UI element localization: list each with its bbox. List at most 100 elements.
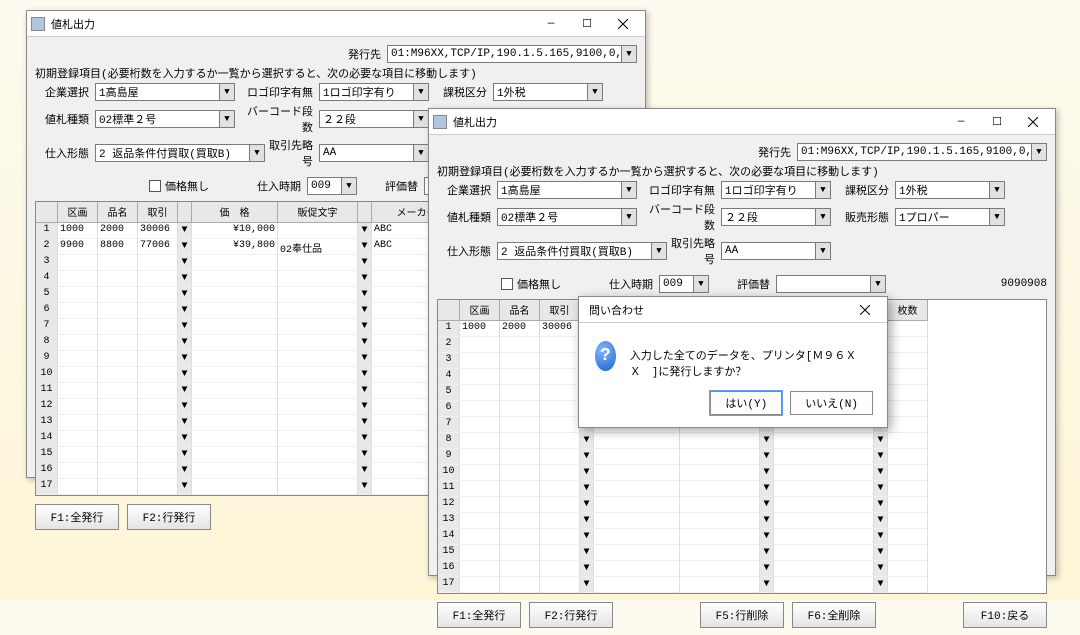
- logo-combo[interactable]: 1ロゴ印字有り▼: [319, 83, 429, 101]
- table-row[interactable]: 9▼▼▼: [438, 449, 1046, 465]
- question-icon: ?: [595, 341, 616, 371]
- purchase-form-label: 仕入形態: [437, 243, 493, 259]
- init-group-label: 初期登録項目(必要桁数を入力するか一覧から選択すると、次の必要な項目に移動します…: [35, 65, 637, 81]
- tax-label: 課税区分: [835, 182, 891, 198]
- chevron-down-icon: ▼: [651, 243, 666, 259]
- chevron-down-icon: ▼: [413, 111, 428, 127]
- counter-display: 9090908: [1001, 278, 1047, 290]
- close-button[interactable]: [1015, 111, 1051, 133]
- f2-issue-row-button[interactable]: F2:行発行: [127, 504, 211, 530]
- chevron-down-icon: ▼: [1031, 144, 1046, 160]
- barcode-combo[interactable]: ２２段▼: [319, 110, 429, 128]
- minimize-button[interactable]: ―: [533, 13, 569, 35]
- chevron-down-icon: ▼: [693, 276, 708, 292]
- dialog-yes-button[interactable]: はい(Y): [710, 391, 782, 415]
- maximize-button[interactable]: ☐: [569, 13, 605, 35]
- reval-label: 評価替: [385, 178, 420, 194]
- company-combo[interactable]: 1高島屋▼: [95, 83, 235, 101]
- vendor-label: 取引先略号: [671, 235, 717, 267]
- app-icon: [31, 17, 45, 31]
- destination-combo[interactable]: 01:M96XX,TCP/IP,190.1.5.165,9100,0,0▼: [797, 143, 1047, 161]
- maximize-button[interactable]: ☐: [979, 111, 1015, 133]
- company-combo[interactable]: 1高島屋▼: [497, 181, 637, 199]
- confirm-dialog: 問い合わせ ? 入力した全てのデータを、プリンタ[Ｍ９６ＸＸ ]に発行しますか？…: [578, 296, 888, 428]
- period-label: 仕入時期: [609, 276, 655, 292]
- no-price-checkbox[interactable]: 価格無し: [501, 276, 561, 292]
- chevron-down-icon: ▼: [219, 84, 234, 100]
- chevron-down-icon: ▼: [219, 111, 234, 127]
- close-button[interactable]: [605, 13, 641, 35]
- chevron-down-icon: ▼: [341, 178, 356, 194]
- reval-combo[interactable]: ▼: [776, 275, 886, 293]
- vendor-combo[interactable]: AA▼: [721, 242, 831, 260]
- price-type-label: 値札種類: [437, 209, 493, 225]
- titlebar[interactable]: 値札出力 ― ☐: [429, 109, 1055, 135]
- app-icon: [433, 115, 447, 129]
- destination-label: 発行先: [348, 46, 383, 62]
- purchase-form-combo[interactable]: 2 返品条件付買取(買取B)▼: [95, 144, 265, 162]
- company-label: 企業選択: [35, 84, 91, 100]
- window-title: 値札出力: [453, 114, 943, 130]
- logo-combo[interactable]: 1ロゴ印字有り▼: [721, 181, 831, 199]
- price-type-label: 値札種類: [35, 111, 91, 127]
- table-row[interactable]: 8▼▼▼: [438, 433, 1046, 449]
- f6-delete-all-button[interactable]: F6:全削除: [792, 602, 876, 628]
- f10-back-button[interactable]: F10:戻る: [963, 602, 1047, 628]
- reval-label: 評価替: [737, 276, 772, 292]
- sale-combo[interactable]: 1プロパー▼: [895, 208, 1005, 226]
- chevron-down-icon: ▼: [870, 276, 885, 292]
- chevron-down-icon: ▼: [249, 145, 264, 161]
- f2-issue-row-button[interactable]: F2:行発行: [529, 602, 613, 628]
- titlebar[interactable]: 値札出力 ― ☐: [27, 11, 645, 37]
- chevron-down-icon: ▼: [815, 243, 830, 259]
- f1-issue-all-button[interactable]: F1:全発行: [437, 602, 521, 628]
- period-label: 仕入時期: [257, 178, 303, 194]
- tax-label: 課税区分: [433, 84, 489, 100]
- chevron-down-icon: ▼: [989, 209, 1004, 225]
- chevron-down-icon: ▼: [413, 84, 428, 100]
- table-row[interactable]: 16▼▼▼: [438, 561, 1046, 577]
- destination-label: 発行先: [758, 144, 793, 160]
- f5-delete-row-button[interactable]: F5:行削除: [700, 602, 784, 628]
- period-combo[interactable]: 009▼: [307, 177, 357, 195]
- period-combo[interactable]: 009▼: [659, 275, 709, 293]
- dialog-titlebar[interactable]: 問い合わせ: [579, 297, 887, 323]
- price-type-combo[interactable]: 02標準２号▼: [497, 208, 637, 226]
- chevron-down-icon: ▼: [587, 84, 602, 100]
- table-row[interactable]: 10▼▼▼: [438, 465, 1046, 481]
- barcode-combo[interactable]: ２２段▼: [721, 208, 831, 226]
- table-row[interactable]: 17▼▼▼: [438, 577, 1046, 593]
- vendor-combo[interactable]: AA▼: [319, 144, 429, 162]
- price-type-combo[interactable]: 02標準２号▼: [95, 110, 235, 128]
- chevron-down-icon: ▼: [989, 182, 1004, 198]
- f1-issue-all-button[interactable]: F1:全発行: [35, 504, 119, 530]
- no-price-checkbox[interactable]: 価格無し: [149, 178, 209, 194]
- purchase-form-combo[interactable]: 2 返品条件付買取(買取B)▼: [497, 242, 667, 260]
- logo-label: ロゴ印字有無: [239, 84, 315, 100]
- dialog-title: 問い合わせ: [583, 302, 847, 318]
- table-row[interactable]: 12▼▼▼: [438, 497, 1046, 513]
- table-row[interactable]: 14▼▼▼: [438, 529, 1046, 545]
- table-row[interactable]: 13▼▼▼: [438, 513, 1046, 529]
- logo-label: ロゴ印字有無: [641, 182, 717, 198]
- tax-combo[interactable]: 1外税▼: [493, 83, 603, 101]
- tax-combo[interactable]: 1外税▼: [895, 181, 1005, 199]
- dialog-message: 入力した全てのデータを、プリンタ[Ｍ９６ＸＸ ]に発行しますか？: [630, 341, 867, 379]
- chevron-down-icon: ▼: [815, 209, 830, 225]
- minimize-button[interactable]: ―: [943, 111, 979, 133]
- chevron-down-icon: ▼: [621, 209, 636, 225]
- dialog-no-button[interactable]: いいえ(N): [790, 391, 873, 415]
- destination-combo[interactable]: 01:M96XX,TCP/IP,190.1.5.165,9100,0,0▼: [387, 45, 637, 63]
- table-row[interactable]: 11▼▼▼: [438, 481, 1046, 497]
- chevron-down-icon: ▼: [621, 182, 636, 198]
- init-group-label: 初期登録項目(必要桁数を入力するか一覧から選択すると、次の必要な項目に移動します…: [437, 163, 1047, 179]
- chevron-down-icon: ▼: [815, 182, 830, 198]
- dialog-close-button[interactable]: [847, 299, 883, 321]
- company-label: 企業選択: [437, 182, 493, 198]
- window-title: 値札出力: [51, 16, 533, 32]
- table-row[interactable]: 15▼▼▼: [438, 545, 1046, 561]
- sale-label: 販売形態: [835, 209, 891, 225]
- chevron-down-icon: ▼: [413, 145, 428, 161]
- vendor-label: 取引先略号: [269, 137, 315, 169]
- purchase-form-label: 仕入形態: [35, 145, 91, 161]
